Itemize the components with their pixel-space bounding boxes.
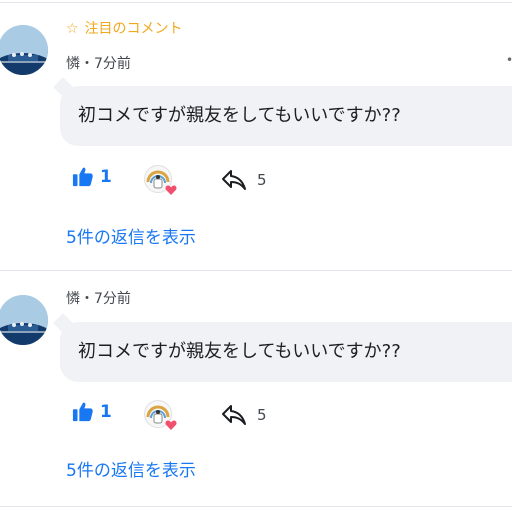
share-count: 5: [257, 406, 267, 424]
comment-text: 初コメですが親友をしてもいいですか??: [78, 341, 401, 362]
like-button[interactable]: 1: [72, 401, 112, 423]
avatar-image: [0, 25, 48, 75]
thumbs-up-icon: [72, 402, 93, 422]
view-replies-link[interactable]: 5件の返信を表示: [66, 227, 196, 249]
featured-text: 注目のコメント: [84, 21, 183, 37]
avatar[interactable]: [0, 295, 48, 345]
bubble-tail: [53, 77, 73, 97]
avatar[interactable]: [0, 25, 48, 75]
heart-icon: [165, 185, 177, 195]
comment-card: ☆ 注目のコメント 憐・7分前 • 初コメですが親友をしてもいいですか?? 1 5…: [0, 3, 512, 248]
more-icon[interactable]: •: [506, 53, 512, 67]
comment-meta: 憐・7分前: [66, 56, 131, 72]
reactor-avatar[interactable]: [144, 165, 177, 195]
comment-text: 初コメですが親友をしてもいいですか??: [78, 105, 401, 126]
reactor-avatar[interactable]: [144, 400, 177, 430]
featured-label: ☆ 注目のコメント: [66, 20, 183, 38]
share-button[interactable]: 5: [221, 169, 267, 191]
comment-bubble: 初コメですが親友をしてもいいですか??: [53, 77, 512, 146]
thumbs-up-icon: [72, 167, 93, 187]
like-button[interactable]: 1: [72, 166, 112, 188]
share-arrow-icon: [222, 405, 246, 425]
share-button[interactable]: 5: [221, 404, 267, 426]
view-replies-link[interactable]: 5件の返信を表示: [66, 460, 196, 482]
like-count: 1: [100, 167, 112, 187]
bottom-divider: [0, 506, 512, 507]
comment-bubble: 初コメですが親友をしてもいいですか??: [53, 313, 512, 382]
star-icon: ☆: [66, 21, 79, 37]
bubble-tail: [53, 313, 73, 333]
avatar-image: [0, 295, 48, 345]
heart-icon: [165, 420, 177, 430]
like-count: 1: [100, 402, 112, 422]
comment-card: 憐・7分前 初コメですが親友をしてもいいですか?? 1 5 5件の返信を表示: [0, 271, 512, 507]
comment-meta: 憐・7分前: [66, 291, 131, 307]
share-count: 5: [257, 171, 267, 189]
share-arrow-icon: [222, 170, 246, 190]
